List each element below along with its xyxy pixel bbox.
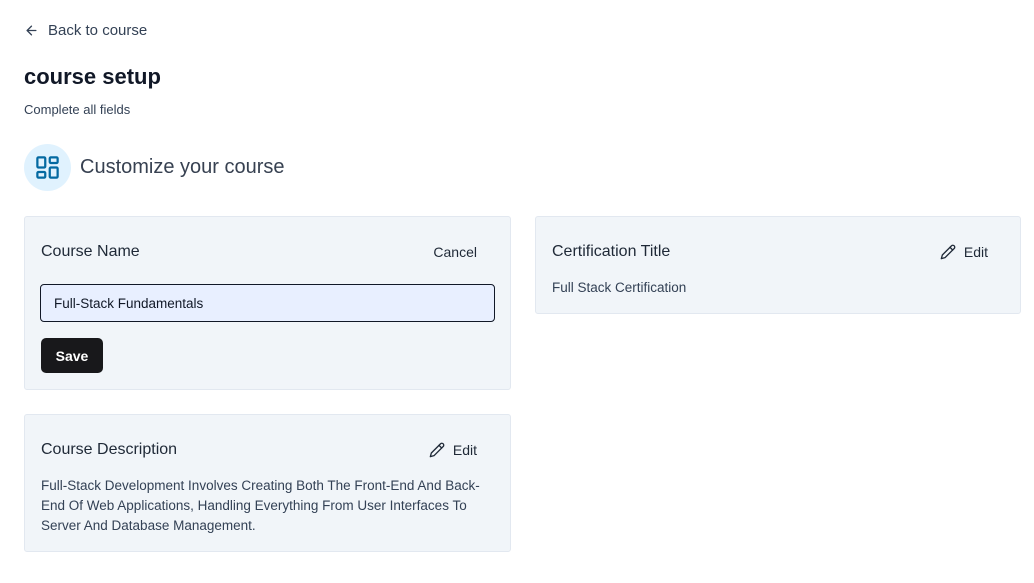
course-name-input[interactable] [40, 284, 495, 322]
edit-certification-button[interactable]: Edit [940, 244, 988, 260]
course-name-card: Course Name Cancel Save [24, 216, 511, 390]
back-link-label: Back to course [48, 22, 148, 39]
edit-label: Edit [963, 244, 988, 260]
arrow-left-icon [26, 25, 37, 36]
back-to-course-link[interactable]: Back to course [24, 22, 147, 39]
pencil-icon [429, 442, 445, 458]
section-icon-badge [24, 144, 71, 191]
layout-dashboard-icon [36, 156, 59, 179]
course-description-label: Course Description [41, 441, 178, 458]
page-subtitle: Complete all fields [24, 102, 131, 117]
course-description-value: Full-Stack Development Involves Creating… [41, 478, 480, 533]
course-description-card: Course Description Edit Full-Stack Devel… [24, 414, 511, 552]
certification-title-card: Certification Title Edit Full Stack Cert… [535, 216, 1021, 314]
pencil-icon [940, 244, 956, 260]
save-button[interactable]: Save [41, 338, 103, 373]
customize-section-header: Customize your course [24, 144, 285, 191]
course-name-label: Course Name [41, 243, 140, 260]
cancel-button[interactable]: Cancel [433, 244, 477, 260]
certification-title-value: Full Stack Certification [552, 280, 687, 295]
section-title: Customize your course [80, 156, 285, 178]
edit-label: Edit [452, 442, 477, 458]
certification-title-label: Certification Title [552, 243, 671, 260]
edit-description-button[interactable]: Edit [429, 442, 477, 458]
page-title: course setup [24, 64, 161, 89]
